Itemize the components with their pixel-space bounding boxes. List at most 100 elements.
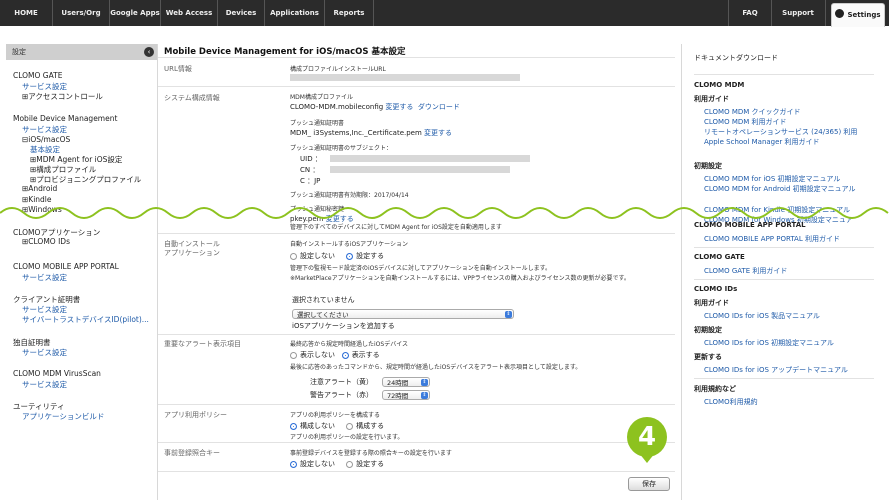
policy-off-label: 構成しない: [300, 422, 335, 430]
sidebar-link-own-cert-service[interactable]: サービス設定: [22, 347, 67, 358]
doc-link-asm[interactable]: Apple School Manager 利用ガイド: [704, 137, 820, 147]
doc-ids-heading: CLOMO IDs: [694, 285, 738, 293]
policy-radios: 構成しない 構成する: [290, 421, 384, 431]
prereg-radios: 設定しない 設定する: [290, 459, 384, 469]
divider: [158, 57, 675, 58]
tab-google-apps[interactable]: Google Apps: [110, 0, 161, 26]
divider: [694, 74, 874, 75]
policy-on-radio[interactable]: [346, 423, 354, 430]
doc-initial-heading: 初期設定: [694, 162, 722, 170]
doc-link-remote[interactable]: リモートオペレーションサービス (24/365) 利用: [704, 127, 857, 137]
push-cert-name: MDM_ i3Systems,Inc._Certificate.pem: [290, 129, 422, 137]
policy-on-label: 構成する: [356, 422, 385, 430]
tab-reports[interactable]: Reports: [325, 0, 374, 26]
tab-home[interactable]: HOME: [0, 0, 53, 26]
doc-update-heading: 更新する: [694, 353, 722, 361]
doc-link-terms[interactable]: CLOMO利用規約: [704, 397, 758, 407]
sidebar-link-app-build[interactable]: アプリケーションビルド: [22, 411, 104, 422]
cn-label: CN ：: [300, 166, 320, 174]
prereg-sub: 事前登録デバイスを登録する際の照合キーの設定を行います: [290, 450, 452, 457]
auto-on-radio[interactable]: [346, 253, 354, 260]
tab-users-org[interactable]: Users/Org: [53, 0, 110, 26]
tab-faq[interactable]: FAQ: [728, 0, 772, 26]
alert-hide-label: 表示しない: [300, 351, 335, 359]
caution-select[interactable]: 24時間 ⇕: [382, 377, 430, 387]
app-select[interactable]: 選択してください ⇕: [292, 309, 514, 319]
auto-install-sub: 自動インストールするiOSアプリケーション: [290, 241, 408, 248]
sidebar-link-mdm-service[interactable]: サービス設定: [22, 124, 67, 135]
gear-icon: [835, 9, 845, 18]
policy-sub: アプリの利用ポリシーを構成する: [290, 412, 381, 419]
c-label: C ：JP: [300, 177, 321, 185]
add-ios-app-link[interactable]: iOSアプリケーションを追加する: [292, 321, 395, 331]
doc-link-ids-init[interactable]: CLOMO IDs for iOS 初期設定マニュアル: [704, 338, 834, 348]
doc-clomo-mdm: CLOMO MDM: [694, 81, 745, 89]
doc-terms-heading: 利用規約など: [694, 385, 736, 393]
chevron-down-icon: ⇕: [421, 379, 428, 386]
chevron-down-icon: ⇕: [505, 311, 512, 318]
sidebar-ios-macos[interactable]: ⊟iOS/macOS: [22, 135, 70, 144]
policy-off-radio[interactable]: [290, 423, 297, 430]
mdm-profile-name: CLOMO-MDM.mobileconfig: [290, 103, 384, 111]
redacted-uid: [330, 155, 530, 162]
page-title: Mobile Device Management for iOS/macOS 基…: [164, 47, 406, 57]
collapse-icon[interactable]: ‹: [144, 47, 154, 57]
sidebar-clomo-ids[interactable]: ⊞CLOMO IDs: [22, 237, 70, 246]
doc-link-quick[interactable]: CLOMO MDM クイックガイド: [704, 107, 801, 117]
divider: [158, 233, 675, 234]
tab-applications[interactable]: Applications: [265, 0, 325, 26]
auto-off-radio[interactable]: [290, 253, 297, 260]
prereg-on-radio[interactable]: [346, 461, 354, 468]
change-cert-link[interactable]: 変更する: [424, 129, 452, 137]
doc-ids-initial-heading: 初期設定: [694, 326, 722, 334]
doc-link-init-android[interactable]: CLOMO MDM for Android 初期設定マニュアル: [704, 184, 855, 194]
warning-select[interactable]: 72時間 ⇕: [382, 390, 430, 400]
settings-label: Settings: [847, 11, 881, 19]
sidebar-android[interactable]: ⊞Android: [22, 184, 57, 193]
warning-value: 72時間: [387, 392, 409, 400]
sidebar-header-label: 設定: [12, 48, 26, 56]
doc-gate-heading: CLOMO GATE: [694, 253, 745, 261]
doc-link-portal-guide[interactable]: CLOMO MOBILE APP PORTAL 利用ガイド: [704, 234, 840, 244]
sidebar-link-portal-service[interactable]: サービス設定: [22, 272, 67, 283]
divider: [694, 279, 874, 280]
alert-sub: 最終応答から規定時間経過したiOSデバイス: [290, 341, 409, 348]
doc-link-usage[interactable]: CLOMO MDM 利用ガイド: [704, 117, 787, 127]
tab-web-access[interactable]: Web Access: [161, 0, 218, 26]
prereg-label: 事前登録照合キー: [164, 449, 220, 457]
tab-settings[interactable]: Settings: [831, 3, 885, 27]
mdm-profile-sub: MDM構成プロファイル: [290, 94, 353, 101]
prereg-off-radio[interactable]: [290, 461, 297, 468]
redacted-cn: [330, 166, 510, 173]
sidebar-link-access-control[interactable]: ⊞アクセスコントロール: [22, 91, 103, 102]
tab-devices[interactable]: Devices: [218, 0, 265, 26]
not-selected-text: 選択されていません: [292, 296, 355, 304]
alert-desc: 最後に応答のあったコマンドから、規定時間が経過したiOSデバイスをアラート表示項…: [290, 364, 582, 371]
documents-panel: ドキュメントダウンロード CLOMO MDM 利用ガイド CLOMO MDM ク…: [681, 44, 889, 500]
doc-link-ids-product[interactable]: CLOMO IDs for iOS 製品マニュアル: [704, 311, 820, 321]
alert-hide-radio[interactable]: [290, 352, 297, 359]
doc-ids-usage-heading: 利用ガイド: [694, 299, 729, 307]
redacted-url: [290, 74, 520, 81]
auto-off-label: 設定しない: [300, 252, 335, 260]
change-profile-link[interactable]: 変更する: [385, 103, 413, 111]
caution-label: 注意アラート（黄）: [310, 378, 373, 386]
download-profile-link[interactable]: ダウンロード: [418, 103, 460, 111]
doc-link-init-ios[interactable]: CLOMO MDM for iOS 初期設定マニュアル: [704, 174, 840, 184]
sidebar-link-virusscan-service[interactable]: サービス設定: [22, 379, 67, 390]
sidebar-link-cybertrust[interactable]: サイバートラストデバイスID(pilot)...: [22, 314, 149, 325]
save-button[interactable]: 保存: [628, 477, 670, 491]
alert-show-radio[interactable]: [341, 352, 349, 359]
divider: [158, 86, 675, 87]
auto-install-radios: 設定しない 設定する: [290, 251, 384, 261]
alert-radios: 表示しない 表示する: [290, 350, 380, 360]
doc-link-gate-guide[interactable]: CLOMO GATE 利用ガイド: [704, 266, 787, 276]
divider: [158, 442, 675, 443]
tab-support[interactable]: Support: [771, 0, 826, 26]
url-info-label: URL情報: [164, 65, 192, 73]
auto-install-label-2: アプリケーション: [164, 249, 220, 257]
main-content: Mobile Device Management for iOS/macOS 基…: [158, 44, 679, 500]
sidebar-portal: CLOMO MOBILE APP PORTAL: [13, 262, 119, 271]
url-sub-label: 構成プロファイルインストールURL: [290, 66, 386, 73]
doc-link-ids-update[interactable]: CLOMO IDs for iOS アップデートマニュアル: [704, 365, 848, 375]
